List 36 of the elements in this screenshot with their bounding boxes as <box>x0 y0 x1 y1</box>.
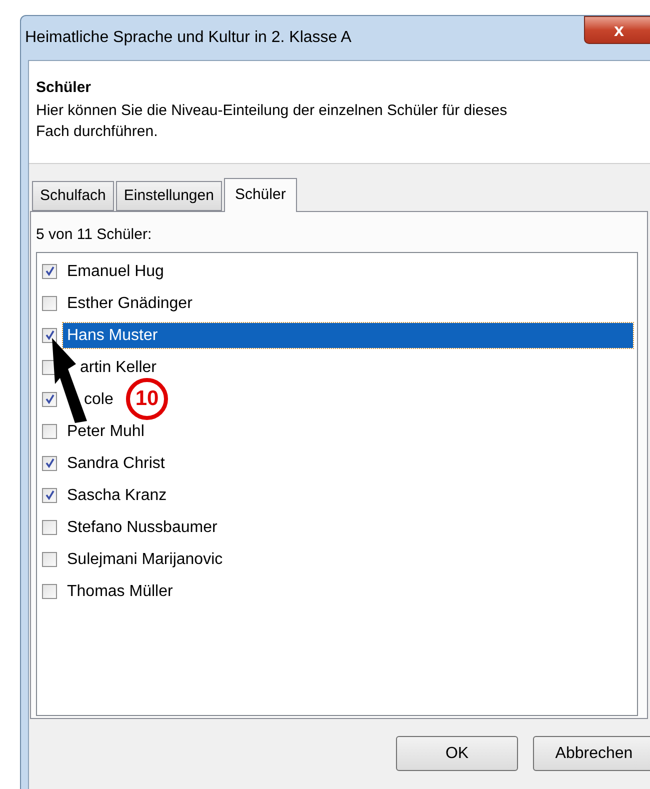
dialog-button[interactable]: Abbrechen <box>533 736 650 771</box>
student-name[interactable]: cole <box>80 390 118 408</box>
check-icon <box>44 330 54 340</box>
checkbox[interactable] <box>42 488 57 502</box>
student-name[interactable]: Hans Muster <box>63 322 633 348</box>
check-icon <box>44 458 54 468</box>
checkbox[interactable] <box>42 552 57 566</box>
student-name[interactable]: Sascha Kranz <box>63 486 171 504</box>
checkbox[interactable] <box>42 424 57 438</box>
checkbox[interactable] <box>42 264 57 278</box>
window-title: Heimatliche Sprache und Kultur in 2. Klasse A <box>25 28 352 48</box>
check-icon <box>44 490 54 500</box>
check-icon <box>44 394 54 404</box>
checkbox[interactable] <box>42 456 57 470</box>
checkbox[interactable] <box>42 584 57 598</box>
student-name[interactable]: artin Keller <box>76 358 160 376</box>
student-name[interactable]: Thomas Müller <box>63 582 177 600</box>
student-name[interactable]: Stefano Nussbaumer <box>63 518 222 536</box>
section-description: Hier können Sie die Niveau-Einteilung der einzelnen Schüler für dieses Fach durchführen. <box>36 101 508 142</box>
section-title: Schüler <box>36 79 92 97</box>
close-button[interactable]: x <box>584 16 650 44</box>
student-name[interactable]: Sandra Christ <box>63 454 169 472</box>
checkbox[interactable] <box>42 328 57 342</box>
checkbox[interactable] <box>42 520 57 534</box>
dialog-button[interactable]: OK <box>396 736 518 771</box>
student-name[interactable]: Sulejmani Marijanovic <box>63 550 227 568</box>
student-name[interactable]: Peter Muhl <box>63 422 148 440</box>
checkbox[interactable] <box>42 296 57 310</box>
tab[interactable]: Einstellungen <box>116 181 222 211</box>
student-count-label: 5 von 11 Schüler: <box>36 226 153 243</box>
check-icon <box>44 266 54 276</box>
tab[interactable]: Schulfach <box>32 181 114 211</box>
tab[interactable]: Schüler <box>224 178 297 212</box>
student-name[interactable]: Esther Gnädinger <box>63 294 196 312</box>
checkbox[interactable] <box>42 392 57 406</box>
student-name[interactable]: Emanuel Hug <box>63 262 168 280</box>
